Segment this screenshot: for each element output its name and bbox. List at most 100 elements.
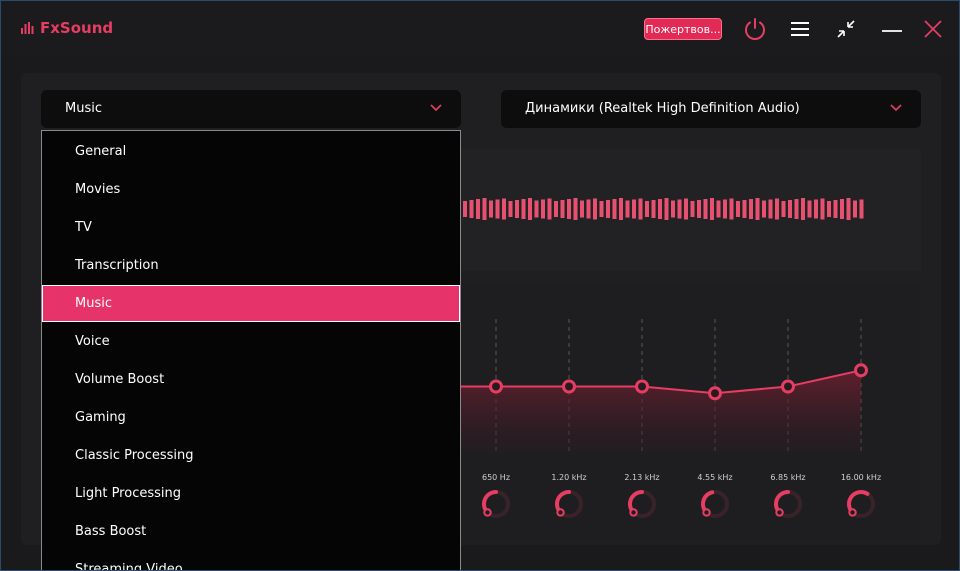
visualizer-bar <box>807 200 812 218</box>
preset-option[interactable]: General <box>42 133 460 170</box>
visualizer-bar <box>723 199 727 219</box>
eq-knob-indicator <box>556 508 565 517</box>
visualizer-bar <box>755 198 760 220</box>
output-device-select[interactable]: Динамики (Realtek High Definition Audio) <box>501 90 921 128</box>
eq-band-label: 2.13 kHz <box>624 473 659 482</box>
eq-band-handle[interactable] <box>708 386 722 401</box>
preset-option[interactable]: TV <box>42 209 460 246</box>
visualizer-bar <box>645 201 649 217</box>
eq-band-handle[interactable] <box>635 379 649 394</box>
visualizer-bar <box>482 198 487 220</box>
visualizer-bar <box>781 201 786 217</box>
visualizer-bar <box>593 198 597 220</box>
visualizer-bar <box>573 198 578 220</box>
visualizer-bar <box>534 200 539 218</box>
titlebar: FxSound Пожертвов... <box>1 1 959 57</box>
visualizer-bar <box>684 198 688 220</box>
visualizer-bar <box>814 199 818 219</box>
visualizer-bar <box>619 198 623 220</box>
visualizer-bar <box>775 198 779 220</box>
preset-dropdown-menu: General Movies TV Transcription Music Vo… <box>41 130 461 570</box>
chevron-down-icon <box>430 104 442 112</box>
minimize-view-icon[interactable] <box>832 15 860 43</box>
equalizer-graph: 650 Hz 1.20 kHz 2.13 kHz 4.55 kHz 6.85 kHz 16… <box>461 319 881 518</box>
preset-option[interactable]: Movies <box>42 171 460 208</box>
visualizer-bar <box>469 200 474 218</box>
equalizer-panel: 650 Hz 1.20 kHz 2.13 kHz 4.55 kHz 6.85 kHz 16… <box>461 284 921 540</box>
visualizer-bar <box>541 199 545 219</box>
visualizer-bar <box>515 200 519 218</box>
preset-option[interactable]: Gaming <box>42 399 460 436</box>
visualizer-bar <box>528 198 532 220</box>
visualizer-bar <box>638 198 643 220</box>
visualizer-bar <box>853 200 857 218</box>
preset-select-value: Music <box>65 101 102 116</box>
preset-select[interactable]: Music <box>41 90 461 128</box>
preset-option[interactable]: Light Processing <box>42 475 460 512</box>
visualizer-bar <box>859 199 864 219</box>
visualizer-bar <box>580 200 584 218</box>
power-icon[interactable] <box>741 15 769 43</box>
preset-option[interactable]: Bass Boost <box>42 513 460 550</box>
visualizer-bar <box>801 198 805 220</box>
visualizer-bar <box>632 199 636 219</box>
visualizer-bar <box>846 198 851 220</box>
visualizer-bar <box>736 201 740 217</box>
visualizer-bar <box>749 199 753 219</box>
visualizer-bar <box>697 200 701 218</box>
eq-band-label: 650 Hz <box>482 473 510 482</box>
visualizer-bar <box>521 199 526 219</box>
eq-knob-indicator <box>629 508 638 517</box>
visualizer-bar <box>762 200 766 218</box>
visualizer-bar <box>788 200 792 218</box>
eq-band-label: 1.20 kHz <box>551 473 586 482</box>
visualizer-bar <box>612 199 617 219</box>
chevron-down-icon <box>890 104 902 112</box>
visualizer-bar <box>794 199 799 219</box>
eq-knob-indicator <box>775 508 784 517</box>
visualizer-bar <box>671 200 675 218</box>
visualizer-panel <box>461 149 921 271</box>
visualizer-bar <box>840 199 844 219</box>
output-device-value: Динамики (Realtek High Definition Audio) <box>525 101 800 116</box>
preset-option[interactable]: Voice <box>42 323 460 360</box>
visualizer-bar <box>554 201 558 217</box>
preset-option[interactable]: Streaming Video <box>42 551 460 570</box>
fxsound-logo-icon <box>21 22 34 34</box>
close-icon[interactable] <box>919 15 947 43</box>
visualizer-bar <box>463 201 467 217</box>
visualizer-bar <box>690 201 695 217</box>
visualizer-bar <box>658 199 662 219</box>
visualizer-bar <box>768 199 773 219</box>
minimize-icon[interactable] <box>878 15 906 43</box>
visualizer-bar <box>547 198 552 220</box>
visualizer-bar <box>677 199 682 219</box>
audio-visualizer <box>463 198 864 220</box>
eq-band-handle[interactable] <box>781 379 795 394</box>
eq-knob-indicator <box>702 508 711 517</box>
app-logo: FxSound <box>21 19 113 37</box>
visualizer-bar <box>625 200 630 218</box>
visualizer-bar <box>703 199 708 219</box>
visualizer-bar <box>742 200 747 218</box>
preset-option-selected[interactable]: Music <box>42 285 460 322</box>
donate-button[interactable]: Пожертвов... <box>644 18 722 40</box>
visualizer-bar <box>599 201 604 217</box>
menu-icon[interactable] <box>786 15 814 43</box>
visualizer-bar <box>606 200 610 218</box>
visualizer-bar <box>560 200 565 218</box>
visualizer-bar <box>710 198 714 220</box>
visualizer-bar <box>716 200 721 218</box>
eq-band-label: 4.55 kHz <box>697 473 732 482</box>
app-name: FxSound <box>40 19 114 37</box>
preset-option[interactable]: Transcription <box>42 247 460 284</box>
preset-option[interactable]: Classic Processing <box>42 437 460 474</box>
preset-option[interactable]: Volume Boost <box>42 361 460 398</box>
visualizer-bar <box>664 198 669 220</box>
eq-band-handle[interactable] <box>489 379 503 394</box>
visualizer-bar <box>820 198 825 220</box>
eq-band-handle[interactable] <box>854 363 868 378</box>
visualizer-bar <box>476 199 480 219</box>
app-window: FxSound Пожертвов... Music Динамики (Rea… <box>0 0 960 571</box>
eq-band-handle[interactable] <box>562 379 576 394</box>
